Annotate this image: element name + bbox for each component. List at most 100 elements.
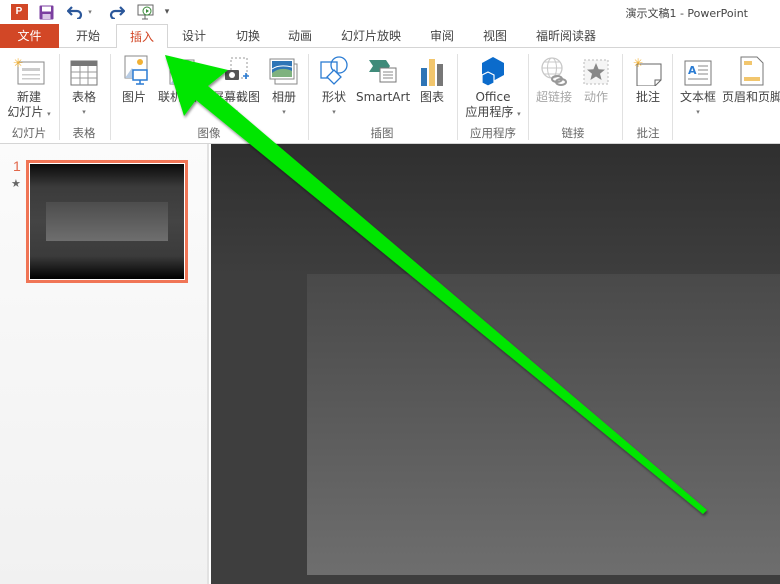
table-icon (62, 54, 106, 86)
office-apps-label-line2: 应用程序 ▾ (462, 105, 524, 122)
new-slide-button[interactable]: ✳ 新建 幻灯片 ▾ (4, 54, 54, 122)
customize-qat-icon[interactable]: ▾ (162, 3, 172, 21)
picture-icon (114, 54, 154, 86)
office-store-icon (462, 54, 524, 86)
chevron-down-icon: ▾ (82, 108, 86, 116)
powerpoint-window: P ▾ ▾ 演示文稿1 - PowerPoint 文件 开始 插入 设计 切换 … (0, 0, 780, 584)
chevron-down-icon: ▾ (332, 108, 336, 116)
slide-editor-area (211, 144, 780, 584)
group-separator (457, 54, 458, 140)
screenshot-button[interactable]: 屏幕截图 ▾ (210, 54, 262, 120)
table-button[interactable]: 表格 ▾ (62, 54, 106, 120)
slide-thumbnail-panel: 1 ★ (0, 144, 209, 584)
group-separator (59, 54, 60, 140)
shapes-icon (314, 54, 354, 86)
group-label-comments: 批注 (636, 126, 660, 140)
group-label-links: 链接 (561, 126, 585, 140)
slide-thumbnail-preview (29, 163, 185, 280)
svg-text:✳: ✳ (13, 56, 23, 70)
transition-star-icon: ★ (11, 177, 21, 190)
online-picture-icon (156, 54, 208, 86)
hyperlink-label: 超链接 (535, 90, 572, 104)
group-label-images: 图像 (197, 126, 221, 140)
new-slide-label-line1: 新建 (16, 90, 41, 104)
new-slide-label-text: 幻灯片 (7, 105, 44, 119)
smartart-button[interactable]: SmartArt (356, 54, 410, 105)
smartart-icon (356, 54, 410, 86)
tab-insert[interactable]: 插入 (116, 24, 168, 49)
hyperlink-button[interactable]: 超链接 (532, 54, 576, 105)
group-label-apps: 应用程序 (470, 126, 516, 140)
action-label: 动作 (583, 90, 608, 104)
shapes-label: 形状 (321, 90, 346, 104)
app-logo-letter: P (10, 4, 28, 20)
ribbon-tabs: 文件 开始 插入 设计 切换 动画 幻灯片放映 审阅 视图 福昕阅读器 (0, 24, 780, 49)
new-slide-icon: ✳ (4, 54, 54, 86)
header-footer-button[interactable]: 页眉和页脚 (720, 54, 780, 105)
tab-home[interactable]: 开始 (62, 24, 114, 48)
tab-foxit-reader[interactable]: 福昕阅读器 (528, 24, 604, 48)
textbox-label: 文本框 (679, 90, 716, 104)
new-slide-label-line2: 幻灯片 ▾ (4, 105, 54, 122)
window-title: 演示文稿1 - PowerPoint (625, 7, 748, 20)
save-icon[interactable] (38, 3, 54, 21)
start-presentation-icon[interactable] (136, 3, 156, 21)
photo-album-button[interactable]: 相册 ▾ (264, 54, 304, 120)
slide-thumbnail-title-placeholder (46, 202, 168, 241)
chevron-down-icon: ▾ (696, 108, 700, 116)
tab-animations[interactable]: 动画 (274, 24, 326, 48)
photo-album-icon (264, 54, 304, 86)
powerpoint-logo-icon[interactable]: P (9, 3, 29, 21)
photo-album-label: 相册 (271, 90, 296, 104)
action-button[interactable]: 动作 (578, 54, 614, 105)
group-label-tables: 表格 (72, 126, 96, 140)
smartart-label: SmartArt (356, 90, 411, 104)
tab-slideshow[interactable]: 幻灯片放映 (334, 24, 408, 48)
action-star-icon (578, 54, 614, 86)
chevron-down-icon: ▾ (47, 110, 51, 118)
screenshot-icon (210, 54, 262, 86)
slide-number: 1 (13, 158, 21, 174)
group-separator (308, 54, 309, 140)
header-footer-icon (720, 54, 780, 86)
tab-design[interactable]: 设计 (168, 24, 220, 48)
comment-button[interactable]: ✳ 批注 (628, 54, 668, 105)
header-footer-label: 页眉和页脚 (721, 90, 780, 104)
ribbon-insert: ✳ 新建 幻灯片 ▾ 幻灯片 表格 ▾ 表格 图片 联机图片 屏幕截图 ▾ 相册… (0, 48, 780, 144)
slide-thumbnail-1[interactable] (26, 160, 188, 283)
table-label: 表格 (71, 90, 96, 104)
tab-review[interactable]: 审阅 (418, 24, 466, 48)
tab-file[interactable]: 文件 (0, 24, 59, 48)
online-pictures-button[interactable]: 联机图片 (156, 54, 208, 105)
undo-dropdown-icon[interactable]: ▾ (86, 3, 94, 21)
group-label-illustrations: 插图 (370, 126, 394, 140)
office-apps-label-line1: Office (475, 90, 511, 104)
comment-label: 批注 (635, 90, 660, 104)
online-pictures-label: 联机图片 (157, 90, 206, 104)
redo-icon[interactable] (108, 3, 126, 21)
chart-icon (414, 54, 450, 86)
pictures-button[interactable]: 图片 (114, 54, 154, 105)
chart-button[interactable]: 图表 (414, 54, 450, 105)
group-separator (110, 54, 111, 140)
svg-text:✳: ✳ (633, 56, 643, 70)
chevron-down-icon: ▾ (282, 108, 286, 116)
office-apps-button[interactable]: Office 应用程序 ▾ (462, 54, 524, 122)
chevron-down-icon: ▾ (517, 110, 521, 118)
shapes-button[interactable]: 形状 ▾ (314, 54, 354, 120)
chart-label: 图表 (419, 90, 444, 104)
tab-transitions[interactable]: 切换 (222, 24, 274, 48)
comment-icon: ✳ (628, 54, 668, 86)
textbox-icon: A (676, 54, 720, 86)
group-separator (528, 54, 529, 140)
pictures-label: 图片 (121, 90, 146, 104)
slide-canvas[interactable] (307, 274, 780, 575)
group-separator (622, 54, 623, 140)
group-separator (672, 54, 673, 140)
tab-view[interactable]: 视图 (472, 24, 518, 48)
textbox-button[interactable]: A 文本框 ▾ (676, 54, 720, 120)
title-bar: P ▾ ▾ 演示文稿1 - PowerPoint (0, 0, 780, 24)
undo-icon[interactable] (66, 3, 84, 21)
screenshot-label: 屏幕截图 (211, 90, 260, 104)
group-label-slides: 幻灯片 (11, 126, 47, 140)
